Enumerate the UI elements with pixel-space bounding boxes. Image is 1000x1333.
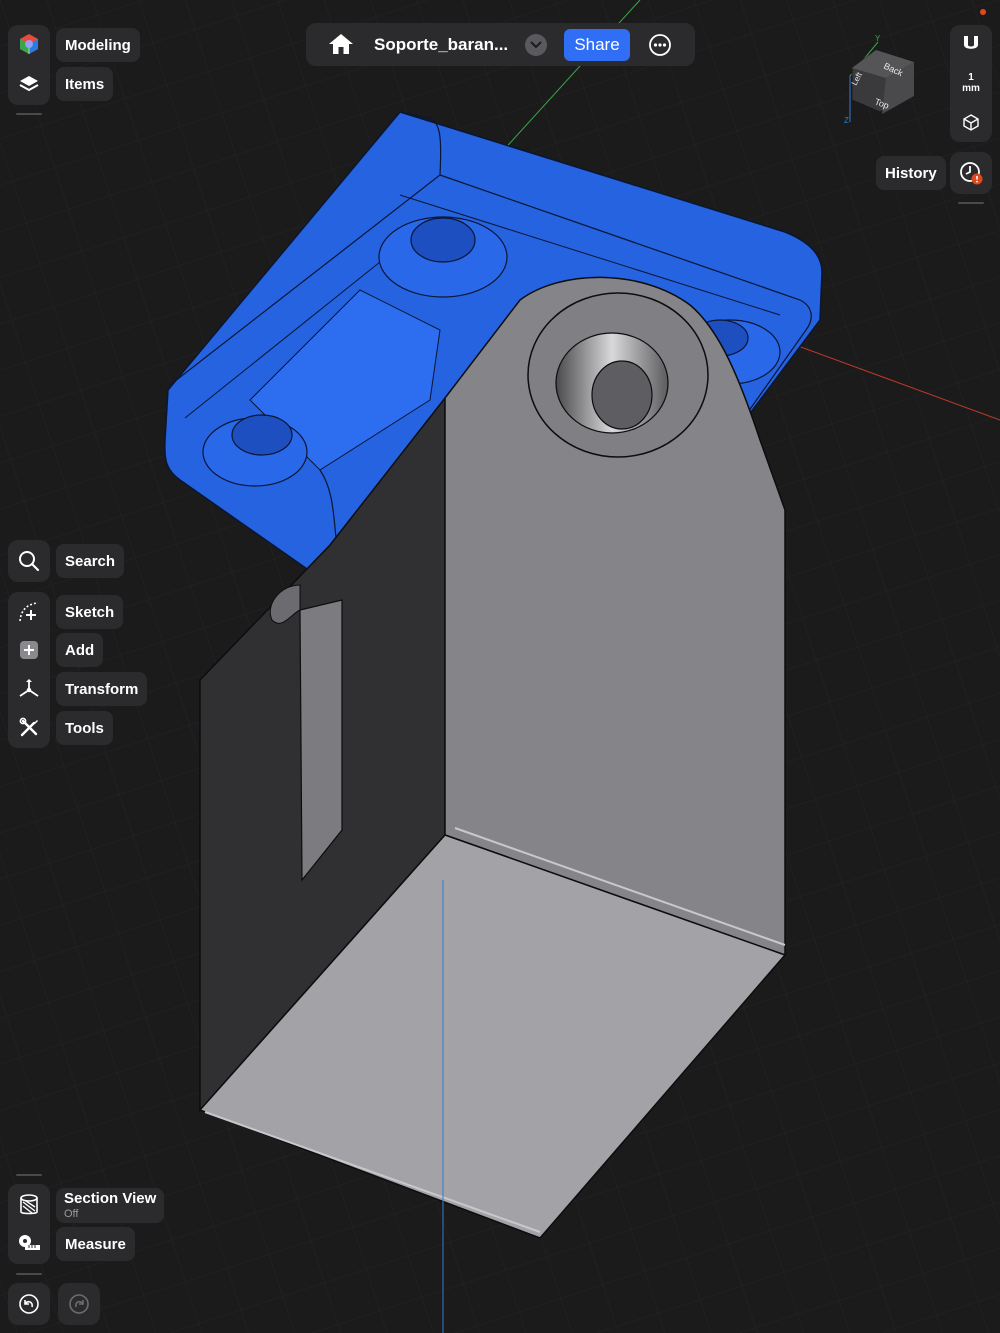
redo-icon	[69, 1294, 89, 1314]
share-button[interactable]: Share	[564, 29, 630, 61]
document-top-bar: Soporte_baran... Share	[306, 23, 695, 66]
cube-view-icon	[963, 114, 979, 131]
chevron-down-icon[interactable]	[525, 34, 547, 56]
layers-icon	[19, 76, 39, 92]
status-dot	[980, 9, 986, 15]
section-view-button[interactable]	[8, 1186, 50, 1224]
tools-label[interactable]: Tools	[56, 711, 113, 745]
wrench-screwdriver-icon	[19, 717, 38, 737]
section-view-label[interactable]: Section View Off	[56, 1188, 165, 1223]
inspect-group	[8, 1184, 50, 1264]
add-button[interactable]	[8, 631, 50, 669]
undo-icon	[19, 1294, 39, 1314]
document-title[interactable]: Soporte_baran...	[374, 23, 508, 66]
modeling-button[interactable]	[8, 25, 50, 63]
separator	[958, 202, 984, 204]
sketch-button[interactable]	[8, 593, 50, 631]
search-icon	[19, 551, 40, 572]
tools-button[interactable]	[8, 709, 50, 747]
separator	[16, 1174, 42, 1176]
modeling-label[interactable]: Modeling	[56, 28, 140, 62]
3d-viewport[interactable]	[0, 0, 1000, 1333]
measure-button[interactable]	[8, 1224, 50, 1262]
plus-icon	[20, 641, 38, 659]
snap-toolbar: 1 mm	[950, 25, 992, 142]
sketch-label[interactable]: Sketch	[56, 595, 124, 629]
snap-unit-readout[interactable]: 1 mm	[950, 72, 992, 94]
separator	[16, 1273, 42, 1275]
transform-button[interactable]	[8, 670, 50, 708]
section-view-icon	[20, 1194, 38, 1215]
history-button[interactable]	[950, 152, 992, 194]
sketch-icon	[19, 602, 39, 622]
view-mode-button[interactable]	[962, 113, 980, 136]
more-options-icon[interactable]	[648, 33, 672, 57]
section-view-title: Section View	[64, 1190, 157, 1207]
search-button[interactable]	[8, 540, 50, 582]
view-cube[interactable]: Y Z Back Left Top	[838, 30, 930, 130]
transform-label[interactable]: Transform	[56, 672, 148, 706]
tape-measure-icon	[19, 1235, 40, 1250]
snap-unit: mm	[962, 83, 980, 94]
history-label[interactable]: History	[876, 156, 946, 190]
undo-button[interactable]	[8, 1283, 50, 1325]
separator	[16, 113, 42, 115]
history-clock-icon	[960, 162, 983, 185]
snap-unit-value: 1	[968, 72, 974, 83]
add-label[interactable]: Add	[56, 633, 104, 667]
home-icon[interactable]	[328, 32, 354, 56]
tools-group	[8, 592, 50, 748]
transform-icon	[19, 679, 39, 697]
items-button[interactable]	[8, 65, 50, 103]
workspace-group	[8, 25, 50, 105]
items-label[interactable]: Items	[56, 67, 114, 101]
view-cube-z-axis: Z	[844, 116, 849, 125]
search-label[interactable]: Search	[56, 544, 125, 578]
redo-button[interactable]	[58, 1283, 100, 1325]
magnet-icon	[964, 36, 978, 49]
modeling-cube-icon	[20, 34, 38, 54]
measure-label[interactable]: Measure	[56, 1227, 135, 1261]
section-view-status: Off	[64, 1208, 79, 1220]
magnet-snap-button[interactable]	[959, 33, 983, 62]
view-cube-y-axis: Y	[875, 34, 881, 43]
